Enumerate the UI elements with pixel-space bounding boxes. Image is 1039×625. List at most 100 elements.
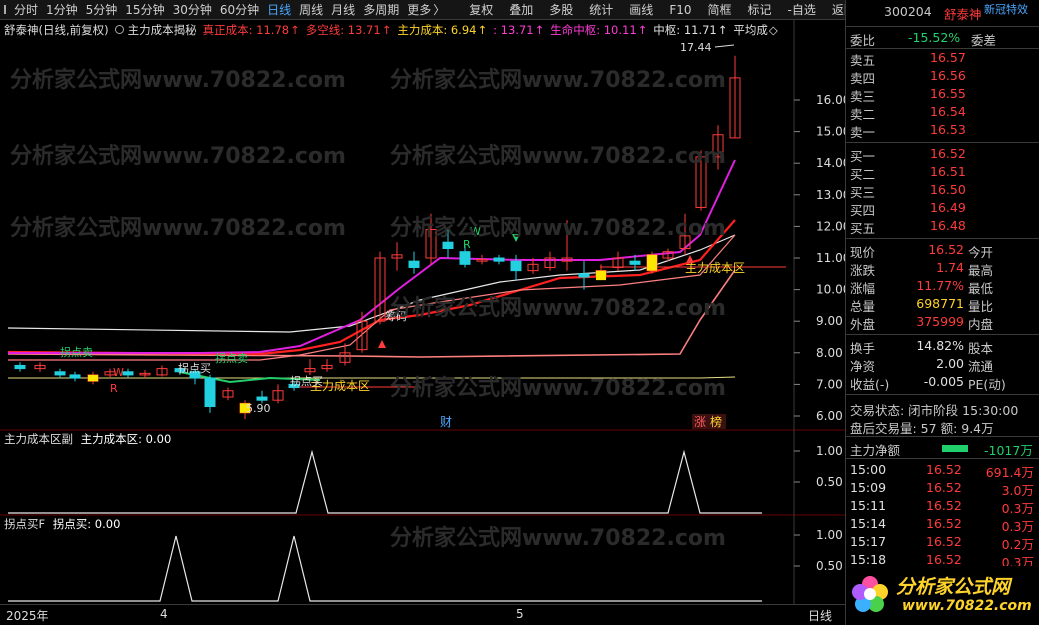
period-label[interactable]: 日线 [808,607,832,624]
indicator-legend: 舒泰神(日线,前复权) 主力成本揭秘 真正成本: 11.78↑ 多空线: 13.71↑… [4,22,784,38]
candle-body [54,371,66,376]
period-tab-1[interactable]: 1分钟 [46,1,78,18]
stat-label: 换手 [850,341,876,356]
period-tab-4[interactable]: 30分钟 [173,1,212,18]
price-tick-label: 12.00 [816,219,845,233]
chips-label: 筹码 [385,309,407,323]
legend-item-3: : 13.71↑ [493,23,544,37]
legend-item-label: 多空线: 13.71 [305,23,381,37]
candle-body [69,374,81,379]
price-tick-label: 9.00 [816,314,843,328]
legend-arrow-icon: ◇ [768,23,778,37]
period-tab-3[interactable]: 15分钟 [125,1,164,18]
rank-badge-zhang: 涨 [694,414,706,429]
divider [846,334,1039,335]
period-tab-6[interactable]: 日线 [267,1,291,18]
candle-body [493,257,505,262]
quote-label-2: 内盘 [968,317,994,332]
legend-period: (日线,前复权) [38,23,109,37]
highlight-candle [647,254,657,271]
tick-time: 15:18 [850,552,887,567]
legend-item-label: : 13.71 [493,23,534,37]
trade-status: 交易状态: 闭市阶段 15:30:00 [850,403,1019,418]
net-flow-value: -1017万 [984,443,1033,458]
quote-label: 涨跌 [850,263,876,278]
ask-label: 卖一 [850,125,876,140]
legend-item-label: 真正成本: 11.78 [202,23,290,37]
date-label-year: 2025年 [6,609,49,623]
legend-indicator[interactable]: 主力成本揭秘 [128,23,197,37]
tick-volume: 3.0万 [1001,483,1034,498]
quote-row: 涨幅 11.77% 最低 [846,278,1039,296]
ask-row: 卖二 16.54 [846,104,1039,122]
tool-button-1[interactable]: 叠加 [509,1,533,18]
bid-label: 买三 [850,185,876,200]
tool-button-9[interactable]: 返回 [832,1,845,18]
tick-price: 16.52 [926,498,962,513]
high-price-label: 17.44 [680,41,712,54]
stat-label-2: 股本 [968,341,994,356]
more-chevron-icon[interactable]: 〉 [433,1,445,18]
settings-gear-icon[interactable] [114,25,124,34]
tool-button-7[interactable]: 标记 [748,1,772,18]
period-tab-8[interactable]: 月线 [331,1,355,18]
after-hours-row: 盘后交易量: 57 额: 9.4万 [846,418,1039,436]
period-tab-10[interactable]: 更多 [407,1,431,18]
tool-button-6[interactable]: 简框 [707,1,731,18]
tool-button-8[interactable]: -自选 [788,1,816,18]
ma-red-line [7,219,736,356]
stat-value: -0.005 [923,374,964,389]
period-tab-5[interactable]: 60分钟 [220,1,259,18]
date-label-apr: 4 [160,607,168,621]
bid-row: 买三 16.50 [846,182,1039,200]
legend-item-label: 主力成本: 6.94 [397,23,477,37]
ask-label: 卖二 [850,107,876,122]
bid-row: 买一 16.52 [846,146,1039,164]
ask-price: 16.56 [930,68,966,83]
tick-volume: 0.3万 [1001,519,1034,534]
quote-label-2: 最低 [968,281,994,296]
panel-toggle-icon[interactable] [4,5,6,14]
highlight-candle [596,270,606,281]
tool-button-2[interactable]: 多股 [549,1,573,18]
after-hours: 盘后交易量: 57 额: 9.4万 [850,421,994,436]
divider [846,26,1039,27]
period-tab-0[interactable]: 分时 [14,1,38,18]
tick-price: 16.52 [926,552,962,567]
legend-arrow-icon: ↑ [381,23,392,37]
tool-button-0[interactable]: 复权 [469,1,493,18]
legend-arrow-icon: ↑ [717,23,728,37]
stat-value: 2.00 [936,356,964,371]
stat-value: 14.82% [916,338,964,353]
sub-indicator-2-title[interactable]: 拐点买F 拐点买: 0.00 [4,516,120,532]
price-tick-label: 11.00 [816,251,845,265]
bid-label: 买五 [850,221,876,236]
quote-label: 涨幅 [850,281,876,296]
stat-label-2: PE(动) [968,377,1006,392]
ma-white-line [7,234,736,333]
legend-arrow-icon: ↑ [534,23,545,37]
period-tab-2[interactable]: 5分钟 [86,1,118,18]
tick-row: 15:17 16.52 0.2万 [846,534,1039,552]
tool-button-4[interactable]: 画线 [629,1,653,18]
bid-price: 16.50 [930,182,966,197]
bid-label: 买一 [850,149,876,164]
divider [846,436,1039,437]
period-tab-9[interactable]: 多周期 [363,1,399,18]
candle-body [14,364,26,370]
sub-tick-label: 1.00 [816,444,843,458]
cost-zone-label-1: 主力成本区 [685,261,745,275]
tick-time: 15:00 [850,462,887,477]
logo-title: 分析家公式网 [896,576,1011,598]
legend-item-0: 真正成本: 11.78↑ [203,23,300,37]
candle-body [442,241,454,250]
legend-stock: 舒泰神 [4,23,39,37]
tool-button-3[interactable]: 统计 [589,1,613,18]
high-pointer [714,44,735,48]
tool-button-5[interactable]: F10 [669,3,691,17]
sub-indicator-1-title[interactable]: 主力成本区副 主力成本区: 0.00 [4,431,171,447]
net-flow-row: 主力净额 -1017万 [846,440,1039,458]
candle-body [408,260,420,268]
highlight-candle [88,374,98,382]
period-tab-7[interactable]: 周线 [299,1,323,18]
